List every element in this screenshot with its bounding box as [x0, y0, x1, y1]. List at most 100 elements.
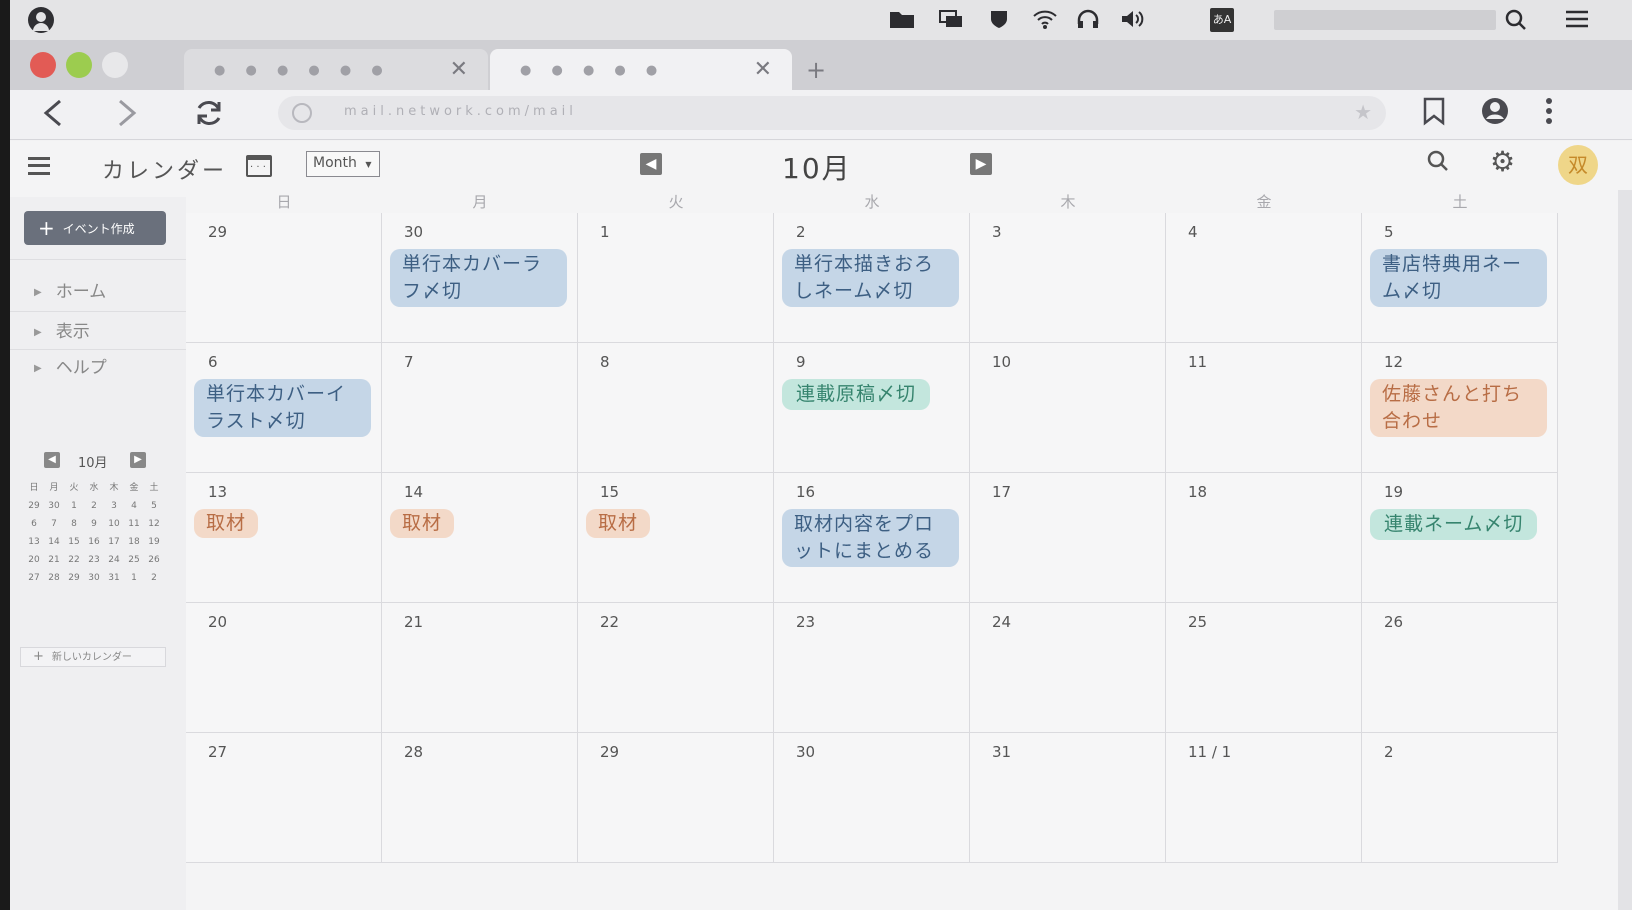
- sidebar-item-view[interactable]: ▶ 表示: [10, 315, 186, 349]
- avatar[interactable]: 双: [1558, 145, 1598, 185]
- more-menu-icon[interactable]: [1544, 96, 1554, 134]
- calendar-event[interactable]: 取材: [194, 509, 259, 538]
- mini-day[interactable]: 5: [144, 497, 164, 515]
- mini-day[interactable]: 17: [104, 533, 124, 551]
- browser-tab-inactive[interactable]: ● ● ● ● ● ● ✕: [184, 49, 488, 91]
- mini-day[interactable]: 27: [24, 569, 44, 587]
- close-icon[interactable]: ✕: [450, 57, 468, 82]
- calendar-event[interactable]: 連載原稿〆切: [782, 379, 931, 410]
- mini-day[interactable]: 28: [44, 569, 64, 587]
- shield-icon[interactable]: [988, 8, 1010, 35]
- day-cell[interactable]: 2 単行本描きおろしネーム〆切: [774, 213, 970, 343]
- reload-button[interactable]: [194, 98, 224, 136]
- day-cell[interactable]: 23: [774, 603, 970, 733]
- folder-icon[interactable]: [888, 8, 916, 35]
- mini-day[interactable]: 14: [44, 533, 64, 551]
- gear-icon[interactable]: ⚙: [1490, 145, 1515, 178]
- calendar-event[interactable]: 単行本カバーラフ〆切: [390, 249, 567, 307]
- calendar-event[interactable]: 取材: [390, 509, 455, 538]
- day-cell[interactable]: 22: [578, 603, 774, 733]
- volume-icon[interactable]: [1120, 8, 1148, 35]
- day-cell[interactable]: 26: [1362, 603, 1558, 733]
- day-cell[interactable]: 10: [970, 343, 1166, 473]
- mini-day[interactable]: 13: [24, 533, 44, 551]
- day-cell[interactable]: 25: [1166, 603, 1362, 733]
- search-icon[interactable]: [1426, 149, 1450, 179]
- calendar-event[interactable]: 書店特典用ネーム〆切: [1370, 249, 1547, 307]
- day-cell[interactable]: 29: [186, 213, 382, 343]
- user-account-icon[interactable]: [28, 7, 54, 33]
- mini-day[interactable]: 21: [44, 551, 64, 569]
- calendar-event[interactable]: 連載ネーム〆切: [1370, 509, 1538, 540]
- mini-day[interactable]: 23: [84, 551, 104, 569]
- day-cell[interactable]: 27: [186, 733, 382, 863]
- prev-month-button[interactable]: ◀: [640, 153, 662, 175]
- mini-prev-button[interactable]: ◀: [44, 452, 60, 468]
- profile-icon[interactable]: [1480, 96, 1510, 134]
- day-cell[interactable]: 30: [774, 733, 970, 863]
- headphones-icon[interactable]: [1076, 8, 1100, 35]
- scrollbar-track[interactable]: [1618, 190, 1632, 910]
- sidebar-item-home[interactable]: ▶ ホーム: [10, 275, 186, 309]
- window-minimize-button[interactable]: [66, 52, 92, 78]
- day-cell[interactable]: 5 書店特典用ネーム〆切: [1362, 213, 1558, 343]
- day-cell[interactable]: 6 単行本カバーイラスト〆切: [186, 343, 382, 473]
- mini-day[interactable]: 6: [24, 515, 44, 533]
- day-cell[interactable]: 13 取材: [186, 473, 382, 603]
- mini-day[interactable]: 9: [84, 515, 104, 533]
- day-cell[interactable]: 19 連載ネーム〆切: [1362, 473, 1558, 603]
- day-cell[interactable]: 24: [970, 603, 1166, 733]
- calendar-event[interactable]: 取材: [586, 509, 651, 538]
- mini-day[interactable]: 29: [24, 497, 44, 515]
- mini-next-button[interactable]: ▶: [130, 452, 146, 468]
- search-icon[interactable]: [1504, 8, 1528, 37]
- mini-day[interactable]: 3: [104, 497, 124, 515]
- input-method-icon[interactable]: あA: [1210, 8, 1234, 32]
- mini-day[interactable]: 29: [64, 569, 84, 587]
- mini-day[interactable]: 15: [64, 533, 84, 551]
- mini-day[interactable]: 2: [144, 569, 164, 587]
- star-icon[interactable]: ★: [1354, 100, 1372, 124]
- day-cell[interactable]: 11: [1166, 343, 1362, 473]
- create-event-button[interactable]: + イベント作成: [24, 211, 166, 245]
- calendar-event[interactable]: 取材内容をプロットにまとめる: [782, 509, 959, 567]
- mini-day[interactable]: 19: [144, 533, 164, 551]
- mini-day[interactable]: 12: [144, 515, 164, 533]
- day-cell[interactable]: 8: [578, 343, 774, 473]
- mini-day[interactable]: 1: [64, 497, 84, 515]
- mini-day[interactable]: 25: [124, 551, 144, 569]
- wifi-icon[interactable]: [1032, 8, 1058, 35]
- mini-day[interactable]: 2: [84, 497, 104, 515]
- day-cell[interactable]: 2: [1362, 733, 1558, 863]
- mini-day[interactable]: 30: [84, 569, 104, 587]
- window-zoom-button[interactable]: [102, 52, 128, 78]
- day-cell[interactable]: 31: [970, 733, 1166, 863]
- address-bar[interactable]: mail.network.com/mail ★: [278, 96, 1386, 130]
- next-month-button[interactable]: ▶: [970, 153, 992, 175]
- os-search-field[interactable]: [1274, 10, 1496, 30]
- mini-day[interactable]: 31: [104, 569, 124, 587]
- calendar-event[interactable]: 単行本描きおろしネーム〆切: [782, 249, 959, 307]
- day-cell[interactable]: 29: [578, 733, 774, 863]
- mini-day[interactable]: 18: [124, 533, 144, 551]
- day-cell[interactable]: 4: [1166, 213, 1362, 343]
- day-cell[interactable]: 12 佐藤さんと打ち合わせ: [1362, 343, 1558, 473]
- day-cell[interactable]: 11 / 1: [1166, 733, 1362, 863]
- bookmark-icon[interactable]: [1422, 96, 1446, 134]
- day-cell[interactable]: 1: [578, 213, 774, 343]
- day-cell[interactable]: 14 取材: [382, 473, 578, 603]
- mini-day[interactable]: 8: [64, 515, 84, 533]
- mini-day[interactable]: 11: [124, 515, 144, 533]
- mini-day[interactable]: 26: [144, 551, 164, 569]
- mini-day[interactable]: 24: [104, 551, 124, 569]
- calendar-event[interactable]: 単行本カバーイラスト〆切: [194, 379, 371, 437]
- day-cell[interactable]: 21: [382, 603, 578, 733]
- new-tab-button[interactable]: +: [806, 56, 826, 84]
- day-cell[interactable]: 7: [382, 343, 578, 473]
- browser-tab-active[interactable]: ● ● ● ● ● ✕: [490, 49, 792, 91]
- new-calendar-button[interactable]: + 新しいカレンダー: [20, 647, 166, 667]
- mini-day[interactable]: 20: [24, 551, 44, 569]
- mini-day[interactable]: 22: [64, 551, 84, 569]
- mini-day[interactable]: 1: [124, 569, 144, 587]
- mini-day[interactable]: 7: [44, 515, 64, 533]
